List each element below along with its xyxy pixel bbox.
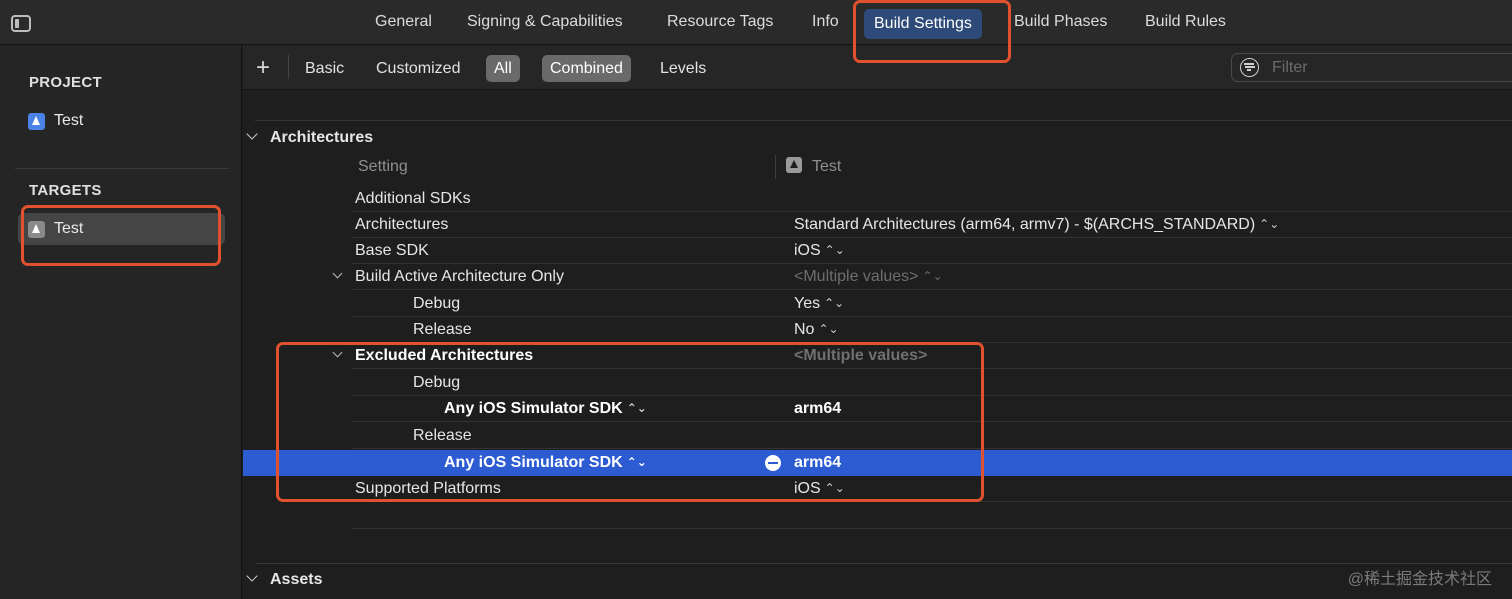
setting-row-release[interactable]: Release No ⌃⌄ xyxy=(352,317,1512,343)
setting-name: Additional SDKs xyxy=(355,190,471,207)
setting-row-base-sdk[interactable]: Base SDK iOS ⌃⌄ xyxy=(352,238,1512,264)
sidebar-divider xyxy=(15,168,229,169)
sidebar-item-project-test[interactable]: Test xyxy=(18,105,225,137)
setting-value[interactable]: iOS ⌃⌄ xyxy=(794,242,845,260)
section-divider xyxy=(255,563,1512,564)
setting-value[interactable]: No ⌃⌄ xyxy=(794,321,839,339)
filter-basic-button[interactable]: Basic xyxy=(297,55,352,82)
stepper-icon: ⌃⌄ xyxy=(824,243,845,257)
tab-build-rules[interactable]: Build Rules xyxy=(1145,13,1226,31)
setting-name: Base SDK xyxy=(355,242,429,259)
filter-input[interactable] xyxy=(1272,57,1502,79)
setting-value[interactable]: Standard Architectures (arm64, armv7) - … xyxy=(794,216,1279,234)
sidebar-toggle-icon[interactable] xyxy=(11,15,31,32)
tab-build-phases[interactable]: Build Phases xyxy=(1014,13,1107,31)
section-title: Architectures xyxy=(270,129,374,146)
setting-row-debug[interactable]: Debug Yes ⌃⌄ xyxy=(352,291,1512,317)
xcode-project-icon xyxy=(28,113,45,130)
watermark: @稀土掘金技术社区 xyxy=(1347,571,1492,588)
app-target-icon xyxy=(786,157,802,173)
chevron-down-icon[interactable] xyxy=(332,268,343,279)
setting-name: Debug xyxy=(413,295,461,312)
section-architectures-header[interactable]: Architectures xyxy=(246,128,374,147)
build-settings-editor: + Basic Customized All Combined Levels A… xyxy=(243,45,1512,599)
setting-row-additional-sdks[interactable]: Additional SDKs xyxy=(352,186,1512,212)
tab-resource-tags[interactable]: Resource Tags xyxy=(667,13,773,31)
view-levels-button[interactable]: Levels xyxy=(652,55,714,82)
column-separator xyxy=(775,155,776,179)
column-header-target[interactable]: Test xyxy=(812,158,841,176)
column-header-setting[interactable]: Setting xyxy=(358,158,408,176)
setting-name: Build Active Architecture Only xyxy=(355,268,564,285)
tab-info[interactable]: Info xyxy=(812,13,839,31)
stepper-icon: ⌃⌄ xyxy=(922,269,943,283)
editor-tab-bar: General Signing & Capabilities Resource … xyxy=(0,0,1512,45)
stepper-icon: ⌃⌄ xyxy=(824,296,845,310)
setting-value[interactable]: <Multiple values> ⌃⌄ xyxy=(794,268,943,286)
section-title: Assets xyxy=(270,571,323,588)
annotation-box-excluded-architectures xyxy=(276,342,984,502)
targets-section-title: TARGETS xyxy=(29,182,102,199)
sidebar-item-label: Test xyxy=(54,112,84,129)
filter-all-button[interactable]: All xyxy=(486,55,520,82)
stepper-icon: ⌃⌄ xyxy=(818,322,839,336)
tab-signing-capabilities[interactable]: Signing & Capabilities xyxy=(467,13,623,31)
toolbar-divider xyxy=(288,55,289,79)
section-divider xyxy=(255,120,1512,121)
chevron-down-icon[interactable] xyxy=(246,570,258,582)
setting-value[interactable]: Yes ⌃⌄ xyxy=(794,295,844,313)
stepper-icon: ⌃⌄ xyxy=(1259,217,1280,231)
tab-general[interactable]: General xyxy=(375,13,432,31)
annotation-box-target xyxy=(21,205,221,266)
filter-icon[interactable] xyxy=(1240,58,1259,77)
setting-row-empty xyxy=(352,503,1512,529)
chevron-down-icon[interactable] xyxy=(246,128,258,140)
view-combined-button[interactable]: Combined xyxy=(542,55,631,82)
setting-row-build-active-architecture-only[interactable]: Build Active Architecture Only <Multiple… xyxy=(332,264,1512,290)
setting-name: Release xyxy=(413,321,472,338)
filter-customized-button[interactable]: Customized xyxy=(368,55,468,82)
project-section-title: PROJECT xyxy=(29,74,102,91)
setting-name: Architectures xyxy=(355,216,449,233)
add-setting-button[interactable]: + xyxy=(256,54,270,82)
section-assets-header[interactable]: Assets xyxy=(246,570,323,589)
annotation-box-build-settings xyxy=(853,0,1011,63)
filter-search-field[interactable] xyxy=(1231,53,1512,82)
setting-row-architectures[interactable]: Architectures Standard Architectures (ar… xyxy=(352,212,1512,238)
project-navigator-sidebar: PROJECT Test TARGETS Test xyxy=(0,45,242,599)
